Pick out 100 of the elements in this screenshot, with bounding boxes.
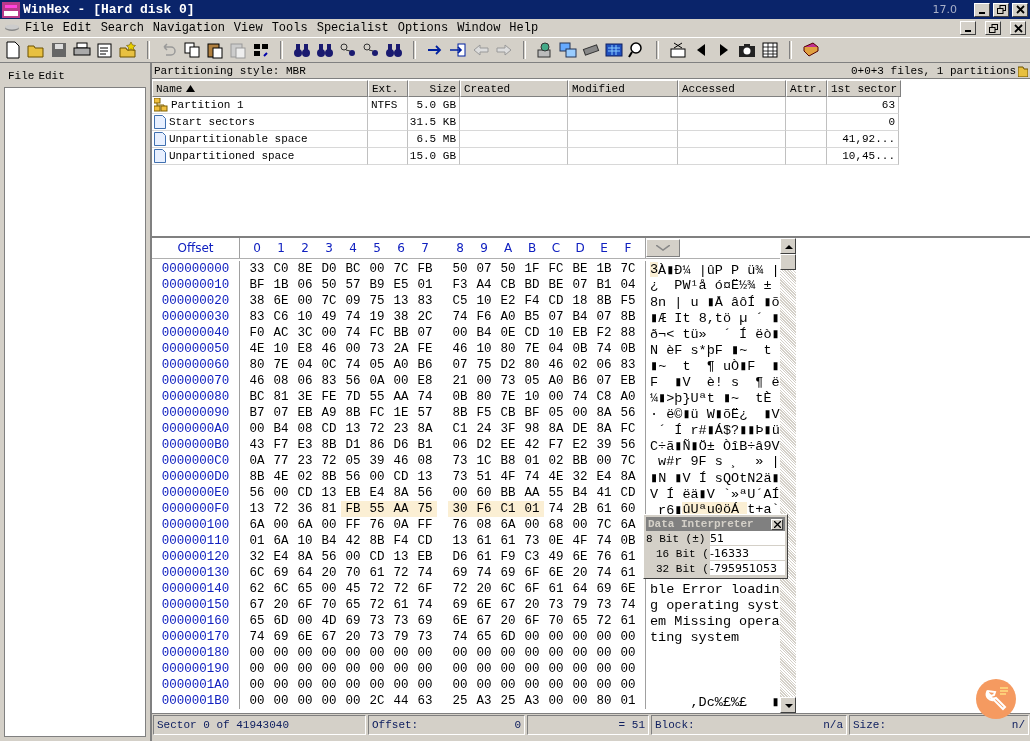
camera-icon[interactable] bbox=[738, 41, 756, 59]
hex-byte[interactable]: 08 bbox=[472, 517, 496, 533]
hex-byte[interactable]: 00 bbox=[592, 661, 616, 677]
hex-byte[interactable]: 65 bbox=[341, 597, 365, 613]
hex-byte[interactable]: 72 bbox=[448, 581, 472, 597]
hex-byte[interactable]: 4F bbox=[496, 469, 520, 485]
hex-byte[interactable]: 10 bbox=[472, 293, 496, 309]
hex-byte[interactable]: 00 bbox=[448, 677, 472, 693]
hex-byte[interactable]: 72 bbox=[269, 501, 293, 517]
hex-byte[interactable]: 73 bbox=[496, 373, 520, 389]
hex-byte[interactable]: DE bbox=[568, 421, 592, 437]
hex-byte[interactable]: 00 bbox=[413, 677, 437, 693]
hex-byte[interactable]: 0B bbox=[448, 389, 472, 405]
hex-byte[interactable]: 00 bbox=[568, 405, 592, 421]
restore-button[interactable] bbox=[985, 21, 1001, 35]
hex-byte[interactable]: F7 bbox=[269, 437, 293, 453]
hex-byte[interactable]: 00 bbox=[269, 677, 293, 693]
hex-byte[interactable]: CB bbox=[496, 405, 520, 421]
hex-byte[interactable]: 80 bbox=[472, 389, 496, 405]
hex-byte[interactable]: 06 bbox=[293, 373, 317, 389]
hex-byte[interactable]: 00 bbox=[293, 677, 317, 693]
hex-byte[interactable]: 8E bbox=[293, 261, 317, 277]
hex-byte[interactable]: CD bbox=[413, 533, 437, 549]
hex-byte[interactable]: 0B bbox=[616, 341, 640, 357]
text-chars[interactable]: r6▮ bbox=[650, 500, 683, 518]
hex-byte[interactable]: 6F bbox=[520, 613, 544, 629]
hex-byte[interactable]: FF bbox=[341, 517, 365, 533]
hex-byte[interactable]: 1B bbox=[269, 277, 293, 293]
hex-byte[interactable]: 74 bbox=[341, 309, 365, 325]
hex-byte[interactable]: 61 bbox=[472, 549, 496, 565]
hex-byte[interactable]: 61 bbox=[496, 533, 520, 549]
hex-byte[interactable]: 61 bbox=[544, 581, 568, 597]
hex-byte[interactable]: 46 bbox=[389, 453, 413, 469]
hex-byte[interactable]: 76 bbox=[448, 517, 472, 533]
hex-byte[interactable]: 01 bbox=[245, 533, 269, 549]
menu-item[interactable]: Window bbox=[457, 21, 501, 35]
hex-byte[interactable]: A3 bbox=[472, 693, 496, 709]
hex-byte[interactable]: 80 bbox=[592, 693, 616, 709]
hex-byte[interactable]: F2 bbox=[592, 325, 616, 341]
hex-byte[interactable]: BB bbox=[568, 453, 592, 469]
hex-byte[interactable]: AC bbox=[269, 325, 293, 341]
hex-byte[interactable]: A0 bbox=[544, 373, 568, 389]
hex-byte[interactable]: 07 bbox=[472, 261, 496, 277]
hex-byte[interactable]: 00 bbox=[269, 645, 293, 661]
hex-byte[interactable]: 00 bbox=[317, 325, 341, 341]
hex-byte[interactable]: EB bbox=[568, 325, 592, 341]
hex-byte[interactable]: 06 bbox=[592, 357, 616, 373]
close-button[interactable] bbox=[1012, 2, 1028, 17]
hex-byte[interactable]: 00 bbox=[341, 645, 365, 661]
hex-byte[interactable]: 55 bbox=[544, 485, 568, 501]
hex-byte[interactable]: 0B bbox=[568, 341, 592, 357]
restore-button[interactable] bbox=[993, 2, 1009, 17]
hex-byte[interactable]: 07 bbox=[568, 277, 592, 293]
hex-byte[interactable]: 50 bbox=[448, 261, 472, 277]
hex-byte[interactable]: 61 bbox=[365, 565, 389, 581]
hex-byte[interactable]: AA bbox=[389, 501, 413, 517]
text-chars[interactable]: ble Error loadin bbox=[650, 581, 780, 597]
hex-byte[interactable]: 67 bbox=[245, 597, 269, 613]
hex-byte[interactable]: 6E bbox=[269, 293, 293, 309]
hex-byte[interactable]: 72 bbox=[365, 421, 389, 437]
hex-byte[interactable]: 00 bbox=[293, 693, 317, 709]
text-chars[interactable]: ¿ PW¹å ó¤Ë½¾ ± bbox=[650, 277, 772, 293]
hex-byte[interactable]: 67 bbox=[496, 597, 520, 613]
hex-byte[interactable]: EB bbox=[616, 373, 640, 389]
hex-byte[interactable]: 72 bbox=[317, 453, 341, 469]
hex-byte[interactable]: 50 bbox=[317, 277, 341, 293]
hex-byte[interactable]: 04 bbox=[544, 341, 568, 357]
hex-byte[interactable]: C5 bbox=[448, 293, 472, 309]
hex-byte[interactable]: 00 bbox=[341, 693, 365, 709]
hex-byte[interactable]: 6D bbox=[496, 629, 520, 645]
hex-byte[interactable]: 00 bbox=[245, 661, 269, 677]
hex-byte[interactable]: F5 bbox=[472, 405, 496, 421]
minimize-button[interactable] bbox=[974, 2, 990, 17]
menu-item[interactable]: Edit bbox=[38, 70, 65, 82]
hex-byte[interactable]: 6A bbox=[245, 517, 269, 533]
hex-byte[interactable]: 56 bbox=[317, 549, 341, 565]
hex-byte[interactable]: 05 bbox=[544, 405, 568, 421]
hex-byte[interactable]: 00 bbox=[544, 677, 568, 693]
hex-byte[interactable]: 05 bbox=[365, 357, 389, 373]
hex-byte[interactable]: 73 bbox=[448, 453, 472, 469]
hex-byte[interactable]: 07 bbox=[269, 405, 293, 421]
hex-byte[interactable]: 64 bbox=[293, 565, 317, 581]
hex-byte[interactable]: 07 bbox=[448, 357, 472, 373]
hex-byte[interactable]: BD bbox=[520, 277, 544, 293]
hex-byte[interactable]: 00 bbox=[568, 661, 592, 677]
hex-byte[interactable]: 08 bbox=[293, 421, 317, 437]
hex-byte[interactable]: 73 bbox=[365, 341, 389, 357]
hex-byte[interactable]: 00 bbox=[317, 645, 341, 661]
hex-byte[interactable]: 69 bbox=[413, 613, 437, 629]
hex-byte[interactable]: 56 bbox=[616, 405, 640, 421]
hex-byte[interactable]: 05 bbox=[520, 373, 544, 389]
hex-byte[interactable]: 00 bbox=[568, 629, 592, 645]
text-chars[interactable]: ¼▮>þ}Uªt ▮~ tÈ bbox=[650, 388, 772, 406]
text-chars[interactable]: À▮Ð¼ |ûP P ü¾ | bbox=[658, 260, 780, 278]
hex-byte[interactable]: 8B bbox=[448, 405, 472, 421]
hex-byte[interactable]: 6C bbox=[269, 581, 293, 597]
hex-byte[interactable]: 00 bbox=[317, 693, 341, 709]
hex-byte[interactable]: 69 bbox=[269, 629, 293, 645]
hex-byte[interactable]: 00 bbox=[568, 693, 592, 709]
hex-byte[interactable]: 6E bbox=[544, 565, 568, 581]
